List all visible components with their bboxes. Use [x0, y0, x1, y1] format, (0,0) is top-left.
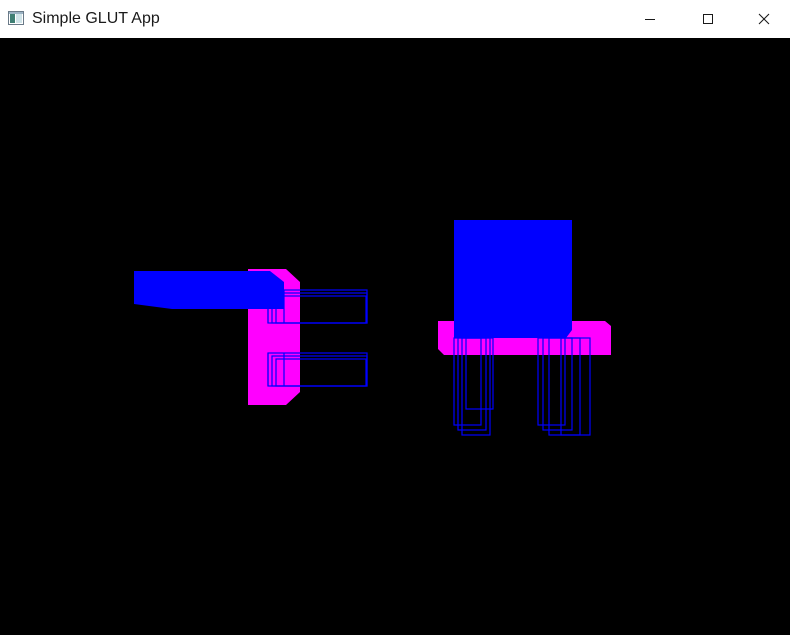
minimize-button[interactable]	[621, 0, 679, 38]
window-title: Simple GLUT App	[32, 10, 160, 27]
glut-window: Simple GLUT App	[0, 0, 790, 635]
app-window-icon	[8, 11, 24, 25]
close-button[interactable]	[737, 0, 790, 38]
right-chair-backrest	[454, 220, 572, 338]
maximize-button[interactable]	[679, 0, 737, 38]
left-chair-model	[134, 269, 368, 405]
title-bar[interactable]: Simple GLUT App	[0, 0, 790, 38]
opengl-viewport[interactable]	[0, 38, 790, 635]
left-chair-backrest	[134, 271, 284, 309]
maximize-icon	[702, 13, 714, 25]
close-icon	[758, 13, 770, 25]
scene-render	[134, 220, 611, 436]
minimize-icon	[644, 13, 656, 25]
right-chair-model	[438, 220, 611, 436]
